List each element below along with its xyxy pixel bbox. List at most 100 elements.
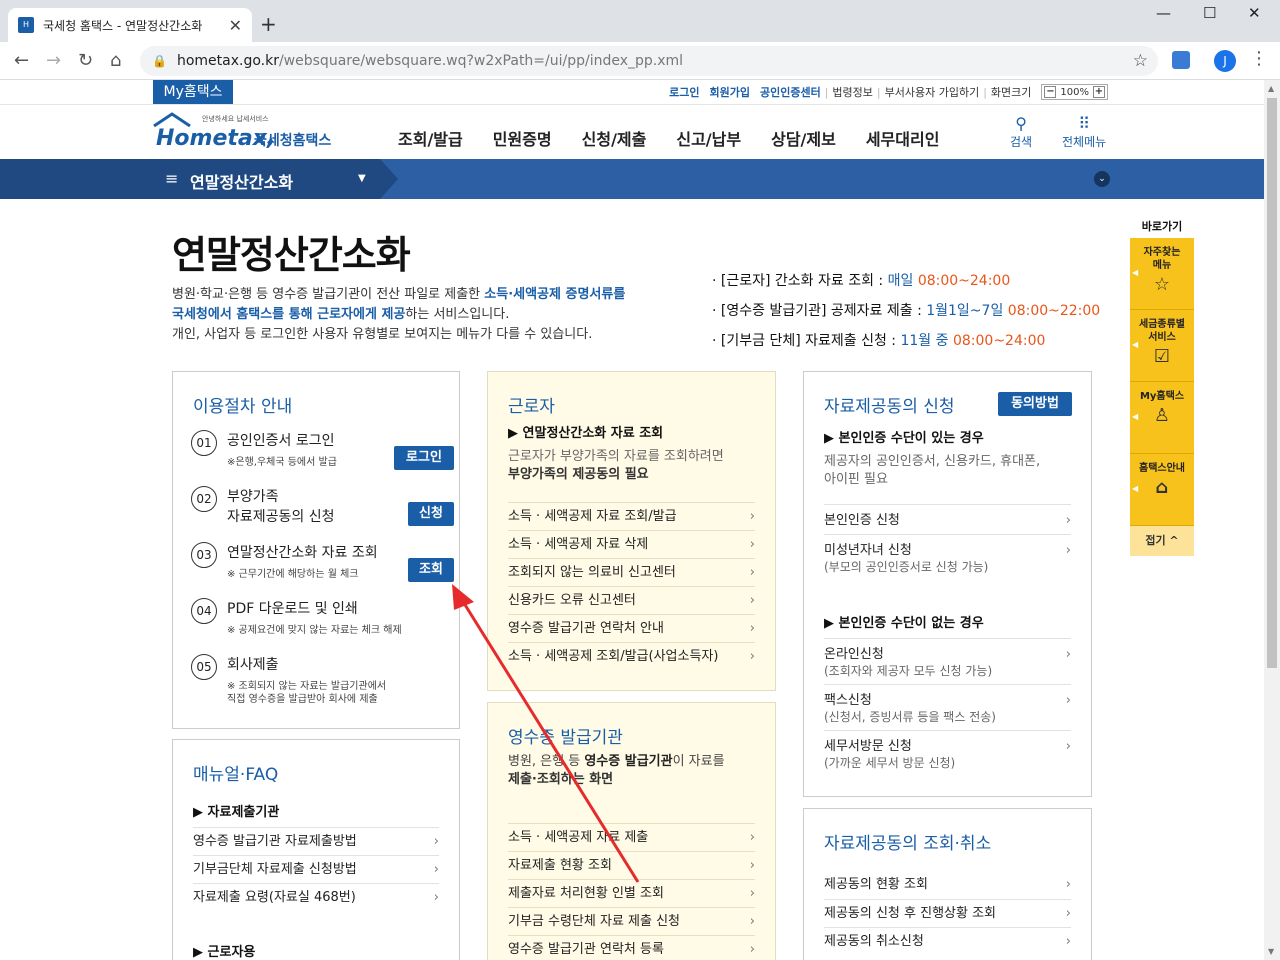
quick-favorites[interactable]: ◀ 자주찾는 메뉴 ☆: [1130, 238, 1194, 310]
caret-down-icon[interactable]: ▼: [358, 173, 366, 184]
gnb-item-apply[interactable]: 신청/제출: [582, 126, 647, 150]
consent-view-link[interactable]: 제공동의 현황 조회 ›: [824, 871, 1071, 899]
consent-link[interactable]: 팩스신청 (신청서, 증빙서류 등을 팩스 전송) ›: [824, 684, 1071, 730]
tab-close-icon[interactable]: ✕: [229, 16, 242, 35]
chevron-right-icon: ›: [1065, 877, 1071, 892]
reload-icon[interactable]: ↻: [78, 50, 93, 71]
caret-left-icon: ◀: [1132, 412, 1139, 421]
chevron-right-icon: ›: [749, 914, 755, 929]
schedule-row: · [영수증 발급기관] 공제자료 제출 : 1월1일~7일 08:00~22:…: [712, 303, 1101, 319]
zoom-out-button[interactable]: −: [1044, 86, 1057, 98]
inquiry-button[interactable]: 조회: [408, 558, 454, 582]
chevron-right-icon: ›: [749, 830, 755, 845]
address-bar[interactable]: 🔒 hometax.go.kr /websquare/websquare.wq?…: [140, 46, 1158, 76]
zoom-in-button[interactable]: +: [1093, 86, 1105, 98]
scroll-up-icon[interactable]: ▲: [1268, 84, 1274, 93]
util-law-link[interactable]: 법령정보: [832, 84, 872, 100]
new-tab-button[interactable]: +: [260, 12, 277, 36]
chevron-right-icon: ›: [749, 649, 755, 664]
chevron-right-icon: ›: [1065, 906, 1071, 921]
all-menu-button[interactable]: ⠿ 전체메뉴: [1062, 114, 1106, 150]
caret-left-icon: ◀: [1132, 484, 1139, 493]
search-icon: ⚲: [1015, 114, 1027, 133]
consent-link[interactable]: 미성년자녀 신청 (부모의 공인인증서로 신청 가능) ›: [824, 534, 1071, 580]
worker-link[interactable]: 소득 · 세액공제 자료 조회/발급 ›: [508, 502, 755, 530]
worker-title: 근로자: [508, 397, 555, 417]
util-join-link[interactable]: 회원가입: [709, 84, 749, 100]
back-icon[interactable]: ←: [14, 50, 29, 71]
consent-link[interactable]: 본인인증 신청 ›: [824, 504, 1071, 534]
chevron-right-icon: ›: [1065, 739, 1071, 754]
gnb-item-agent[interactable]: 세무대리인: [866, 126, 940, 150]
chevron-right-icon: ›: [749, 858, 755, 873]
gnb-item-consult[interactable]: 상담/제보: [771, 126, 836, 150]
utility-menu: 로그인 회원가입 공인인증센터 | 법령정보 | 부서사용자 가입하기 | 화면…: [659, 84, 1108, 100]
consent-link[interactable]: 세무서방문 신청 (가까운 세무서 방문 신청) ›: [824, 730, 1071, 776]
service-schedule: · [근로자] 간소화 자료 조회 : 매일 08:00~24:00 · [영수…: [712, 266, 1100, 356]
page-scrollbar[interactable]: ▲ ▼: [1264, 80, 1280, 960]
chevron-right-icon: ›: [749, 593, 755, 608]
caret-left-icon: ◀: [1132, 268, 1139, 277]
star-icon: ☆: [1153, 274, 1171, 295]
subbar-title[interactable]: 연말정산간소화: [190, 169, 293, 193]
browser-tab[interactable]: H 국세청 홈택스 - 연말정산간소화 ✕: [8, 8, 252, 42]
manual-link[interactable]: 영수증 발급기관 자료제출방법 ›: [193, 827, 439, 855]
manual-link[interactable]: 자료제출 요령(자료실 468번) ›: [193, 883, 439, 911]
minimize-icon[interactable]: —: [1156, 4, 1171, 22]
quick-tax-services[interactable]: ◀ 세금종류별 서비스 ☑: [1130, 310, 1194, 382]
browser-tab-bar: H 국세청 홈택스 - 연말정산간소화 ✕ + — ☐ ✕: [0, 0, 1280, 42]
manual-link[interactable]: 기부금단체 자료제출 신청방법 ›: [193, 855, 439, 883]
page-title: 연말정산간소화: [172, 233, 411, 277]
scrollbar-thumb[interactable]: [1267, 98, 1277, 668]
consent-title: 자료제공동의 신청: [824, 397, 955, 417]
consent-method-button[interactable]: 동의방법: [998, 392, 1072, 416]
consent-link[interactable]: 온라인신청 (조회자와 제공자 모두 신청 가능) ›: [824, 638, 1071, 684]
consent-view-panel: 자료제공동의 조회·취소 제공동의 현황 조회 › 제공동의 신청 후 진행상황 …: [803, 808, 1092, 960]
consent-view-link[interactable]: 제공동의 신청 후 진행상황 조회 ›: [824, 899, 1071, 927]
issuer-link[interactable]: 기부금 수령단체 자료 제출 신청 ›: [508, 907, 755, 935]
browser-menu-icon[interactable]: ⋮: [1250, 48, 1268, 69]
tab-title: 국세청 홈택스 - 연말정산간소화: [43, 18, 203, 33]
gnb-item-inquiry[interactable]: 조회/발급: [398, 126, 463, 150]
browser-toolbar: ← → ↻ ⌂ 🔒 hometax.go.kr /websquare/websq…: [0, 42, 1280, 80]
gnb-item-certificate[interactable]: 민원증명: [493, 126, 552, 150]
extension-icon[interactable]: [1172, 51, 1190, 69]
my-hometax-tab[interactable]: My홈택스: [153, 80, 233, 104]
scroll-down-icon[interactable]: ▼: [1268, 947, 1274, 956]
util-login-link[interactable]: 로그인: [669, 84, 699, 100]
quick-my-hometax[interactable]: ◀ My홈택스 ♙: [1130, 382, 1194, 454]
checkbox-icon: ☑: [1153, 346, 1171, 367]
forward-icon[interactable]: →: [46, 50, 61, 71]
chevron-right-icon: ›: [1065, 934, 1071, 949]
consent-view-link[interactable]: 제공동의 취소신청 ›: [824, 927, 1071, 955]
chevron-right-icon: ›: [1065, 513, 1071, 528]
apply-button[interactable]: 신청: [408, 502, 454, 526]
hometax-favicon-icon: H: [18, 17, 34, 33]
hometax-logo[interactable]: 안녕하세요 납세서비스 Hometax, 국세청홈택스: [152, 112, 342, 154]
grid-icon: ⠿: [1078, 114, 1090, 133]
global-nav: 조회/발급 민원증명 신청/제출 신고/납부 상담/제보 세무대리인: [398, 126, 969, 150]
gnb-item-report[interactable]: 신고/납부: [676, 126, 741, 150]
chevron-right-icon: ›: [1065, 693, 1071, 708]
issuer-link[interactable]: 영수증 발급기관 연락처 등록 ›: [508, 935, 755, 960]
chevron-right-icon: ›: [749, 621, 755, 636]
sub-navigation-bar: ≡ 연말정산간소화 ▼ ⌄: [0, 159, 1264, 199]
util-cert-link[interactable]: 공인인증센터: [760, 84, 821, 100]
profile-avatar[interactable]: J: [1214, 50, 1236, 72]
maximize-icon[interactable]: ☐: [1203, 4, 1216, 22]
page-viewport: My홈택스 로그인 회원가입 공인인증센터 | 법령정보 | 부서사용자 가입하…: [0, 80, 1264, 960]
url-path: /websquare/websquare.wq?w2xPath=/ui/pp/i…: [278, 53, 684, 69]
worker-link[interactable]: 소득 · 세액공제 자료 삭제 ›: [508, 530, 755, 558]
quick-hometax-guide[interactable]: ◀ 홈택스안내 ⌂: [1130, 454, 1194, 526]
hamburger-icon[interactable]: ≡: [165, 169, 178, 188]
chevron-right-icon: ›: [749, 537, 755, 552]
quick-menu-collapse[interactable]: 접기 ^: [1130, 526, 1194, 556]
home-icon[interactable]: ⌂: [110, 50, 121, 71]
expand-circle-icon[interactable]: ⌄: [1094, 171, 1110, 187]
bookmark-star-icon[interactable]: ☆: [1133, 51, 1148, 71]
schedule-row: · [기부금 단체] 자료제출 신청 : 11월 중 08:00~24:00: [712, 333, 1046, 349]
window-close-icon[interactable]: ✕: [1248, 4, 1261, 22]
search-button[interactable]: ⚲ 검색: [1010, 114, 1032, 150]
login-button[interactable]: 로그인: [394, 446, 454, 470]
util-dept-join-link[interactable]: 부서사용자 가입하기: [885, 84, 980, 100]
